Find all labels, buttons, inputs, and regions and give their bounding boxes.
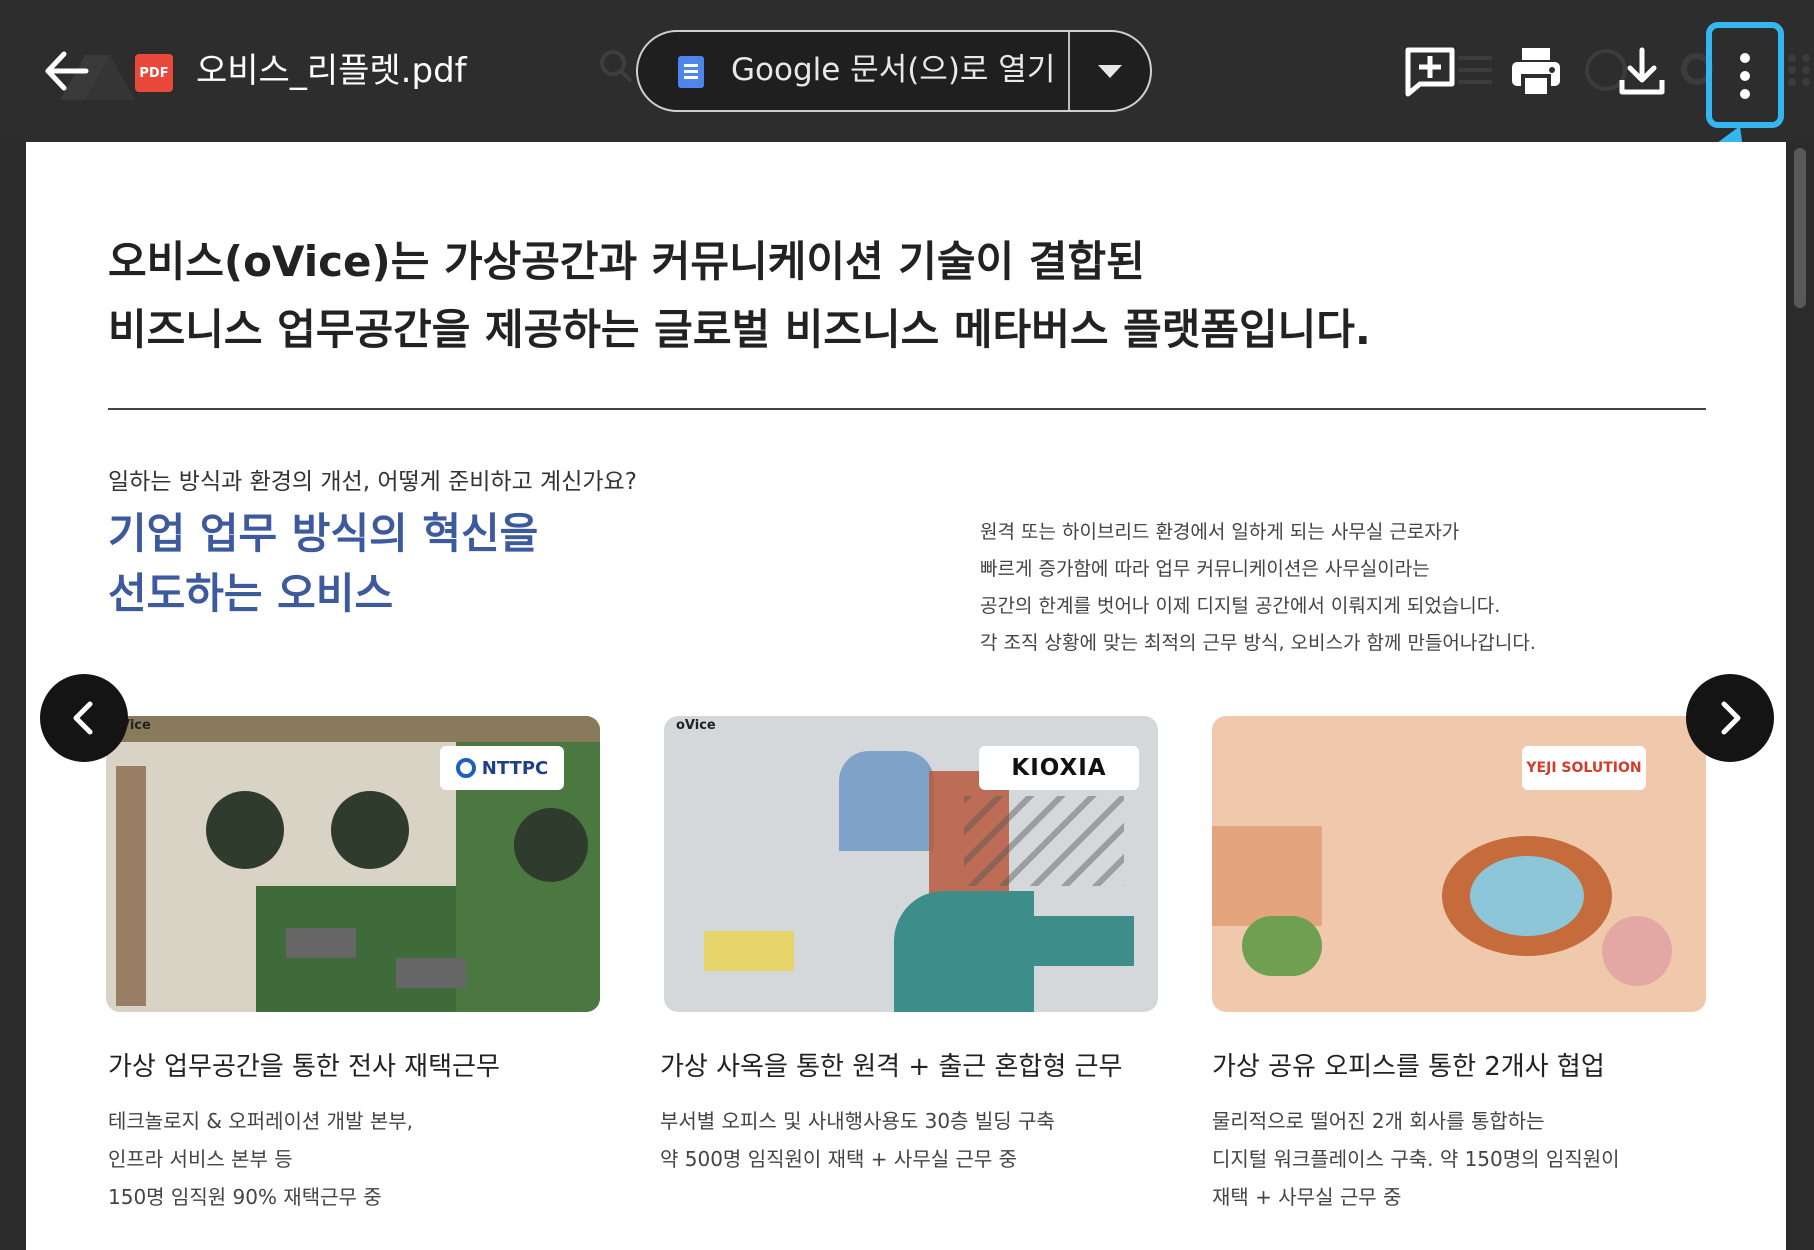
card-body-2: 부서별 오피스 및 사내행사용도 30층 빌딩 구축 약 500명 임직원이 재… — [660, 1102, 1055, 1178]
card-body-line: 테크놀로지 & 오퍼레이션 개발 본부, — [108, 1109, 413, 1133]
card-image-nttpc: Vice NTTPC — [106, 716, 600, 1012]
card-body-3: 물리적으로 떨어진 2개 회사를 통합하는 디지털 워크플레이스 구축. 약 1… — [1212, 1102, 1620, 1216]
card-image-kioxia: oVice KIOXIA — [664, 716, 1158, 1012]
apps-ghost-icon — [1788, 54, 1810, 86]
settings-ghost-icon — [1458, 56, 1492, 84]
card-body-line: 부서별 오피스 및 사내행사용도 30층 빌딩 구축 — [660, 1109, 1055, 1133]
headline-line-1: 오비스(oVice)는 가상공간과 커뮤니케이션 기술이 결합된 — [108, 237, 1145, 286]
section-title: 기업 업무 방식의 혁신을 선도하는 오비스 — [108, 504, 538, 624]
card-body-line: 인프라 서비스 본부 등 — [108, 1147, 293, 1171]
carousel-next-button[interactable] — [1686, 674, 1774, 762]
card-body-line: 150명 임직원 90% 재택근무 중 — [108, 1185, 382, 1209]
card-body-line: 물리적으로 떨어진 2개 회사를 통합하는 — [1212, 1109, 1545, 1133]
docs-icon — [678, 56, 704, 88]
yeji-solution-logo: YEJI SOLUTION — [1522, 746, 1646, 790]
headline-line-2: 비즈니스 업무공간을 제공하는 글로벌 비즈니스 메타버스 플랫폼입니다. — [108, 305, 1371, 354]
carousel-prev-button[interactable] — [40, 674, 128, 762]
download-icon[interactable] — [1614, 44, 1670, 100]
print-icon[interactable] — [1508, 44, 1564, 100]
section-title-line-1: 기업 업무 방식의 혁신을 — [108, 509, 539, 558]
section-title-line-2: 선도하는 오비스 — [108, 569, 394, 618]
viewer-toolbar: PDF 오비스_리플렛.pdf Google 문서(으)로 열기 — [0, 0, 1814, 142]
card-body-1: 테크놀로지 & 오퍼레이션 개발 본부, 인프라 서비스 본부 등 150명 임… — [108, 1102, 413, 1216]
card-title-1: 가상 업무공간을 통한 전사 재택근무 — [108, 1052, 500, 1082]
kioxia-logo: KIOXIA — [979, 746, 1139, 790]
description: 원격 또는 하이브리드 환경에서 일하게 되는 사무실 근로자가 빠르게 증가함… — [980, 514, 1536, 662]
nttpc-logo-text: NTTPC — [481, 757, 549, 779]
description-line: 원격 또는 하이브리드 환경에서 일하게 되는 사무실 근로자가 — [980, 521, 1460, 543]
open-with-main[interactable]: Google 문서(으)로 열기 — [638, 32, 1068, 110]
caret-down-icon[interactable] — [1070, 32, 1150, 110]
search-icon — [600, 50, 633, 83]
pdf-badge-label: PDF — [139, 65, 169, 81]
description-line: 빠르게 증가함에 따라 업무 커뮤니케이션은 사무실이라는 — [980, 558, 1430, 580]
nttpc-logo: NTTPC — [440, 746, 564, 790]
file-name: 오비스_리플렛.pdf — [196, 51, 467, 91]
chevron-left-icon — [73, 701, 93, 735]
scrollbar[interactable] — [1794, 148, 1806, 308]
question-text: 일하는 방식과 환경의 개선, 어떻게 준비하고 계신가요? — [108, 469, 637, 495]
card-title-2: 가상 사옥을 통한 원격 + 출근 혼합형 근무 — [660, 1052, 1123, 1082]
ovice-watermark: oVice — [676, 718, 716, 733]
open-with-label: Google 문서(으)로 열기 — [731, 52, 1056, 88]
chevron-right-icon — [1721, 701, 1741, 735]
pdf-file-icon: PDF — [135, 54, 173, 92]
arrow-left-icon[interactable] — [40, 45, 92, 97]
open-with-google-docs-button[interactable]: Google 문서(으)로 열기 — [636, 30, 1152, 112]
divider — [108, 408, 1706, 410]
card-body-line: 약 500명 임직원이 재택 + 사무실 근무 중 — [660, 1147, 1018, 1171]
description-line: 각 조직 상황에 맞는 최적의 근무 방식, 오비스가 함께 만들어나갑니다. — [980, 632, 1536, 654]
card-body-line: 디지털 워크플레이스 구축. 약 150명의 임직원이 — [1212, 1147, 1620, 1171]
card-image-yeji: YEJI SOLUTION — [1212, 716, 1706, 1012]
add-comment-icon[interactable] — [1402, 44, 1458, 100]
more-vert-icon — [1740, 53, 1750, 99]
description-line: 공간의 한계를 벗어나 이제 디지털 공간에서 이뤄지게 되었습니다. — [980, 595, 1501, 617]
card-title-3: 가상 공유 오피스를 통한 2개사 협업 — [1212, 1052, 1605, 1082]
headline: 오비스(oVice)는 가상공간과 커뮤니케이션 기술이 결합된 비즈니스 업무… — [108, 228, 1371, 364]
pdf-page: 오비스(oVice)는 가상공간과 커뮤니케이션 기술이 결합된 비즈니스 업무… — [26, 142, 1786, 1250]
card-body-line: 재택 + 사무실 근무 중 — [1212, 1185, 1402, 1209]
more-options-button[interactable] — [1706, 22, 1784, 128]
